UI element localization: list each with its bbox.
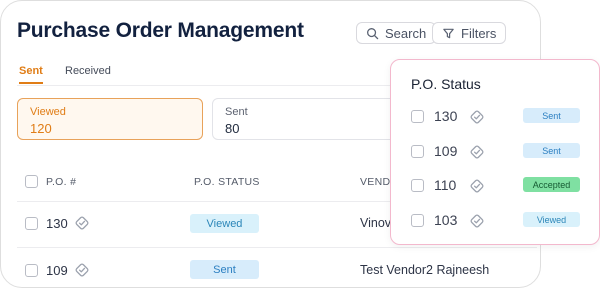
status-badge: Viewed — [523, 212, 580, 227]
search-icon — [367, 27, 379, 39]
page-title: Purchase Order Management — [17, 19, 304, 42]
po-number: 130 — [46, 216, 68, 231]
row-checkbox[interactable] — [25, 264, 38, 277]
row-checkbox[interactable] — [411, 214, 424, 227]
stat-label: Viewed — [30, 106, 66, 118]
po-number: 130 — [434, 108, 458, 124]
po-number: 109 — [434, 143, 458, 159]
list-item[interactable]: 109 Sent — [391, 137, 597, 167]
table-row[interactable]: 109 Sent Test Vendor2 Rajneesh — [17, 248, 537, 287]
row-checkbox[interactable] — [411, 179, 424, 192]
row-checkbox[interactable] — [411, 145, 424, 158]
diamond-check-icon — [75, 216, 89, 230]
status-badge: Sent — [523, 108, 580, 123]
po-number: 109 — [46, 263, 68, 278]
list-item[interactable]: 103 Viewed — [391, 206, 597, 236]
list-item[interactable]: 110 Accepted — [391, 171, 597, 201]
stat-value: 120 — [30, 121, 52, 136]
po-number: 103 — [434, 212, 458, 228]
po-number: 110 — [434, 177, 457, 193]
filter-icon — [443, 28, 454, 38]
vendor-name: Vinov — [360, 216, 392, 230]
diamond-check-icon — [75, 263, 89, 277]
status-badge: Viewed — [190, 214, 259, 233]
select-all-checkbox[interactable] — [25, 175, 38, 188]
list-item[interactable]: 130 Sent — [391, 102, 597, 132]
diamond-check-icon — [470, 214, 484, 228]
popup-title: P.O. Status — [411, 76, 481, 92]
filters-label: Filters — [461, 25, 497, 41]
filters-button[interactable]: Filters — [432, 22, 507, 44]
search-button[interactable]: Search — [356, 22, 437, 44]
column-po[interactable]: P.O. # — [46, 176, 76, 188]
row-checkbox[interactable] — [411, 110, 424, 123]
stat-card-viewed[interactable]: Viewed 120 — [17, 98, 203, 140]
vendor-name: Test Vendor2 Rajneesh — [360, 263, 490, 277]
status-badge: Accepted — [523, 177, 580, 192]
search-label: Search — [385, 25, 427, 41]
diamond-check-icon — [470, 110, 484, 124]
status-badge: Sent — [190, 260, 259, 279]
diamond-check-icon — [470, 179, 484, 193]
status-badge: Sent — [523, 143, 580, 158]
column-status[interactable]: P.O. STATUS — [194, 176, 260, 188]
diamond-check-icon — [470, 145, 484, 159]
tab-received[interactable]: Received — [65, 65, 111, 77]
tab-sent[interactable]: Sent — [19, 65, 43, 84]
po-status-popup: P.O. Status 130 Sent 109 Sent 110 Accept… — [390, 59, 600, 245]
row-checkbox[interactable] — [25, 217, 38, 230]
